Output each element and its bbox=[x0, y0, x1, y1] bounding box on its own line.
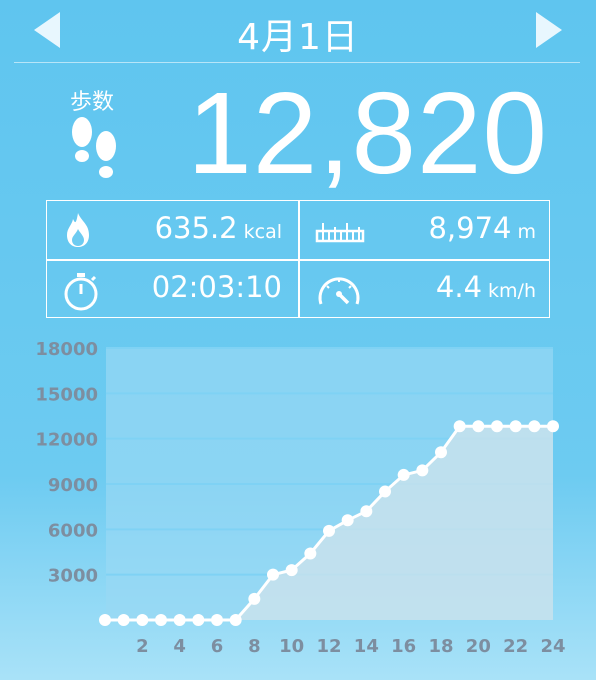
x-tick-label: 4 bbox=[173, 636, 186, 657]
data-point bbox=[117, 614, 130, 626]
x-tick-label: 10 bbox=[279, 636, 304, 657]
data-point bbox=[229, 614, 242, 626]
x-tick-label: 22 bbox=[503, 636, 528, 657]
x-tick-label: 2 bbox=[136, 636, 149, 657]
y-tick-label: 6000 bbox=[48, 520, 98, 541]
x-tick-label: 24 bbox=[540, 636, 565, 657]
data-point bbox=[547, 420, 559, 433]
x-tick-label: 8 bbox=[248, 636, 261, 657]
y-tick-label: 12000 bbox=[35, 430, 98, 451]
data-point bbox=[360, 505, 373, 518]
data-point bbox=[211, 614, 223, 626]
x-tick-label: 6 bbox=[211, 636, 224, 657]
data-point bbox=[285, 564, 298, 577]
data-point bbox=[323, 524, 335, 537]
data-point bbox=[341, 514, 354, 527]
x-tick-label: 18 bbox=[428, 636, 453, 657]
hourly-steps-chart: 3000600090001200015000180002 4 6 8 10 12 14 16 1… bbox=[35, 339, 565, 657]
data-point bbox=[435, 446, 447, 459]
data-point bbox=[472, 420, 485, 433]
x-tick-label: 20 bbox=[466, 636, 491, 657]
data-point bbox=[192, 614, 205, 626]
data-point bbox=[453, 420, 466, 433]
data-point bbox=[397, 468, 410, 481]
y-tick-label: 9000 bbox=[48, 475, 98, 496]
y-tick-label: 3000 bbox=[48, 566, 98, 587]
data-point bbox=[491, 420, 503, 433]
y-tick-label: 18000 bbox=[35, 339, 98, 360]
data-point bbox=[528, 420, 541, 433]
x-tick-label: 12 bbox=[316, 636, 341, 657]
data-point bbox=[379, 485, 391, 498]
data-point bbox=[99, 614, 111, 626]
data-point bbox=[267, 568, 279, 581]
y-tick-label: 15000 bbox=[35, 384, 98, 405]
data-point bbox=[416, 464, 429, 477]
data-point bbox=[248, 592, 261, 605]
data-point bbox=[155, 614, 167, 626]
x-tick-label: 14 bbox=[354, 636, 379, 657]
data-point bbox=[173, 614, 186, 626]
data-point bbox=[304, 547, 317, 560]
x-tick-label: 16 bbox=[391, 636, 416, 657]
data-point bbox=[136, 614, 149, 626]
data-point bbox=[509, 420, 522, 433]
